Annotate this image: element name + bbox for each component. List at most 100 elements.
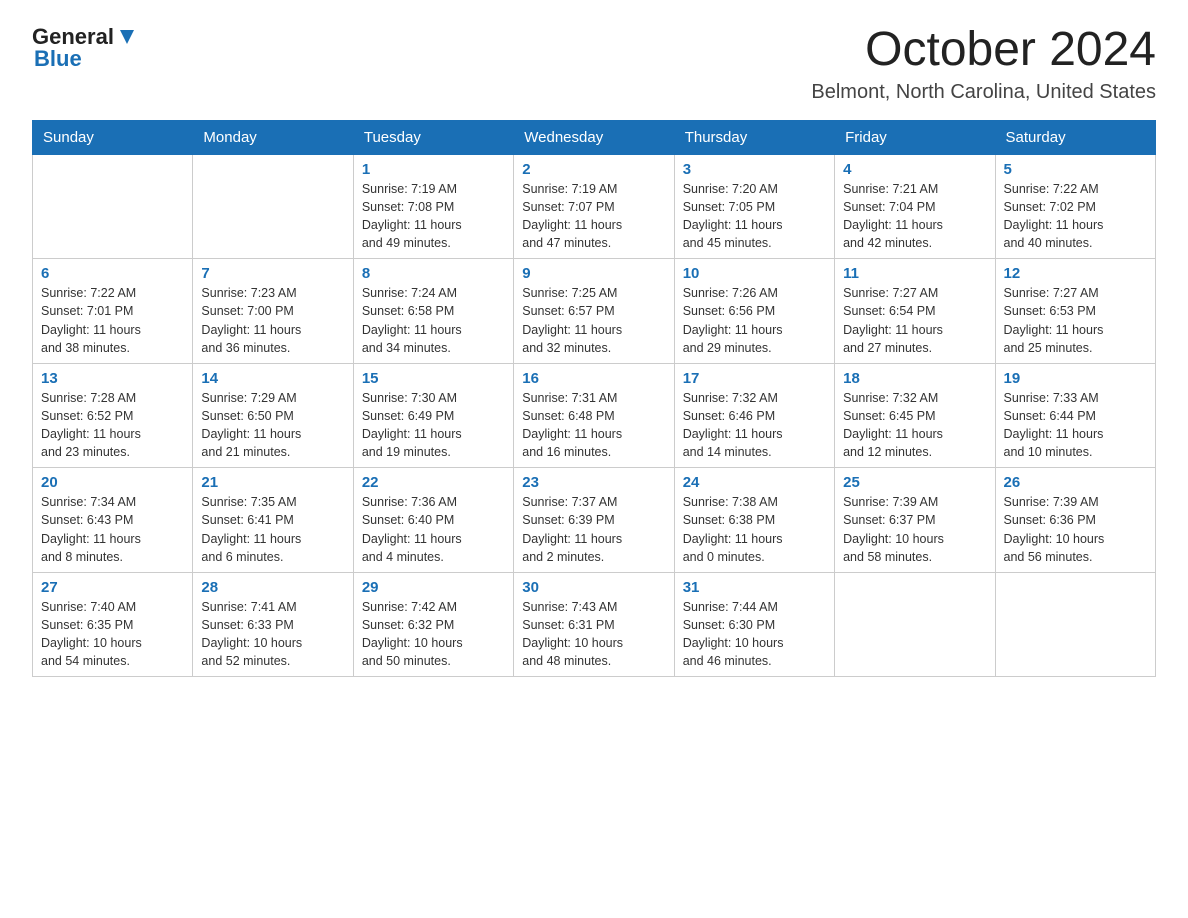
- calendar-header-cell: Friday: [835, 120, 995, 154]
- day-number: 10: [683, 265, 826, 282]
- page-header: General Blue October 2024 Belmont, North…: [32, 24, 1156, 104]
- day-number: 8: [362, 265, 505, 282]
- logo-blue: Blue: [34, 46, 82, 72]
- day-info: Sunrise: 7:44 AM Sunset: 6:30 PM Dayligh…: [683, 598, 826, 671]
- calendar-cell: 22Sunrise: 7:36 AM Sunset: 6:40 PM Dayli…: [353, 468, 513, 573]
- day-number: 29: [362, 579, 505, 596]
- day-info: Sunrise: 7:22 AM Sunset: 7:02 PM Dayligh…: [1004, 180, 1147, 253]
- calendar-cell: 11 Sunrise: 7:27 AM Sunset: 6:54 PM Dayli…: [835, 259, 995, 364]
- day-info: Sunrise: 7:29 AM Sunset: 6:50 PM Dayligh…: [201, 389, 344, 462]
- day-info: Sunrise: 7:27 AM Sunset: 6:54 PM Dayligh…: [843, 284, 986, 357]
- day-info: Sunrise: 7:43 AM Sunset: 6:31 PM Dayligh…: [522, 598, 665, 671]
- day-info: Sunrise: 7:41 AM Sunset: 6:33 PM Dayligh…: [201, 598, 344, 671]
- calendar-cell: 24 Sunrise: 7:38 AM Sunset: 6:38 PM Dayli…: [674, 468, 834, 573]
- day-number: 13: [41, 370, 184, 387]
- calendar-cell: 19 Sunrise: 7:33 AM Sunset: 6:44 PM Dayli…: [995, 363, 1155, 468]
- day-number: 19: [1004, 370, 1147, 387]
- calendar-header: SundayMondayTuesdayWednesdayThursdayFrid…: [33, 120, 1156, 154]
- day-number: 18: [843, 370, 986, 387]
- calendar-cell: 12Sunrise: 7:27 AM Sunset: 6:53 PM Dayli…: [995, 259, 1155, 364]
- calendar-week-row: 1Sunrise: 7:19 AM Sunset: 7:08 PM Daylig…: [33, 154, 1156, 259]
- day-info: Sunrise: 7:33 AM Sunset: 6:44 PM Dayligh…: [1004, 389, 1147, 462]
- day-info: Sunrise: 7:42 AM Sunset: 6:32 PM Dayligh…: [362, 598, 505, 671]
- day-info: Sunrise: 7:30 AM Sunset: 6:49 PM Dayligh…: [362, 389, 505, 462]
- day-number: 9: [522, 265, 665, 282]
- calendar-header-cell: Tuesday: [353, 120, 513, 154]
- calendar-week-row: 20 Sunrise: 7:34 AM Sunset: 6:43 PM Dayli…: [33, 468, 1156, 573]
- calendar-cell: 9 Sunrise: 7:25 AM Sunset: 6:57 PM Daylig…: [514, 259, 674, 364]
- page-subtitle: Belmont, North Carolina, United States: [811, 81, 1156, 104]
- logo: General Blue: [32, 24, 138, 72]
- calendar-cell: 28 Sunrise: 7:41 AM Sunset: 6:33 PM Dayli…: [193, 572, 353, 677]
- calendar-cell: 31 Sunrise: 7:44 AM Sunset: 6:30 PM Dayli…: [674, 572, 834, 677]
- calendar-cell: 18 Sunrise: 7:32 AM Sunset: 6:45 PM Dayli…: [835, 363, 995, 468]
- calendar-cell: 13 Sunrise: 7:28 AM Sunset: 6:52 PM Dayli…: [33, 363, 193, 468]
- day-number: 6: [41, 265, 184, 282]
- day-info: Sunrise: 7:40 AM Sunset: 6:35 PM Dayligh…: [41, 598, 184, 671]
- day-number: 28: [201, 579, 344, 596]
- day-number: 25: [843, 474, 986, 491]
- day-info: Sunrise: 7:37 AM Sunset: 6:39 PM Dayligh…: [522, 493, 665, 566]
- calendar-cell: 27 Sunrise: 7:40 AM Sunset: 6:35 PM Dayli…: [33, 572, 193, 677]
- day-info: Sunrise: 7:35 AM Sunset: 6:41 PM Dayligh…: [201, 493, 344, 566]
- day-info: Sunrise: 7:21 AM Sunset: 7:04 PM Dayligh…: [843, 180, 986, 253]
- day-number: 2: [522, 161, 665, 178]
- day-info: Sunrise: 7:32 AM Sunset: 6:46 PM Dayligh…: [683, 389, 826, 462]
- day-number: 31: [683, 579, 826, 596]
- calendar-cell: 29 Sunrise: 7:42 AM Sunset: 6:32 PM Dayli…: [353, 572, 513, 677]
- calendar-header-cell: Sunday: [33, 120, 193, 154]
- calendar-cell: [995, 572, 1155, 677]
- calendar-cell: 17 Sunrise: 7:32 AM Sunset: 6:46 PM Dayli…: [674, 363, 834, 468]
- day-info: Sunrise: 7:38 AM Sunset: 6:38 PM Dayligh…: [683, 493, 826, 566]
- day-number: 22: [362, 474, 505, 491]
- day-number: 21: [201, 474, 344, 491]
- day-info: Sunrise: 7:28 AM Sunset: 6:52 PM Dayligh…: [41, 389, 184, 462]
- logo-triangle-icon: [116, 26, 138, 48]
- day-info: Sunrise: 7:23 AM Sunset: 7:00 PM Dayligh…: [201, 284, 344, 357]
- day-number: 23: [522, 474, 665, 491]
- calendar-week-row: 27 Sunrise: 7:40 AM Sunset: 6:35 PM Dayli…: [33, 572, 1156, 677]
- day-number: 7: [201, 265, 344, 282]
- calendar-cell: 6Sunrise: 7:22 AM Sunset: 7:01 PM Daylig…: [33, 259, 193, 364]
- day-number: 20: [41, 474, 184, 491]
- day-number: 1: [362, 161, 505, 178]
- day-number: 17: [683, 370, 826, 387]
- calendar-cell: [835, 572, 995, 677]
- calendar-cell: 10 Sunrise: 7:26 AM Sunset: 6:56 PM Dayli…: [674, 259, 834, 364]
- day-number: 5: [1004, 161, 1147, 178]
- day-number: 26: [1004, 474, 1147, 491]
- day-info: Sunrise: 7:24 AM Sunset: 6:58 PM Dayligh…: [362, 284, 505, 357]
- day-info: Sunrise: 7:34 AM Sunset: 6:43 PM Dayligh…: [41, 493, 184, 566]
- calendar-cell: 4 Sunrise: 7:21 AM Sunset: 7:04 PM Daylig…: [835, 154, 995, 259]
- day-info: Sunrise: 7:26 AM Sunset: 6:56 PM Dayligh…: [683, 284, 826, 357]
- calendar-cell: 30 Sunrise: 7:43 AM Sunset: 6:31 PM Dayli…: [514, 572, 674, 677]
- day-number: 14: [201, 370, 344, 387]
- day-info: Sunrise: 7:39 AM Sunset: 6:37 PM Dayligh…: [843, 493, 986, 566]
- day-info: Sunrise: 7:25 AM Sunset: 6:57 PM Dayligh…: [522, 284, 665, 357]
- calendar-cell: 1Sunrise: 7:19 AM Sunset: 7:08 PM Daylig…: [353, 154, 513, 259]
- calendar-cell: [193, 154, 353, 259]
- calendar-header-cell: Saturday: [995, 120, 1155, 154]
- day-info: Sunrise: 7:32 AM Sunset: 6:45 PM Dayligh…: [843, 389, 986, 462]
- day-number: 30: [522, 579, 665, 596]
- calendar-cell: 7 Sunrise: 7:23 AM Sunset: 7:00 PM Daylig…: [193, 259, 353, 364]
- day-info: Sunrise: 7:31 AM Sunset: 6:48 PM Dayligh…: [522, 389, 665, 462]
- day-number: 4: [843, 161, 986, 178]
- calendar-cell: 14 Sunrise: 7:29 AM Sunset: 6:50 PM Dayli…: [193, 363, 353, 468]
- day-info: Sunrise: 7:39 AM Sunset: 6:36 PM Dayligh…: [1004, 493, 1147, 566]
- title-area: October 2024 Belmont, North Carolina, Un…: [811, 24, 1156, 104]
- day-number: 27: [41, 579, 184, 596]
- day-number: 11: [843, 265, 986, 282]
- day-number: 3: [683, 161, 826, 178]
- day-number: 16: [522, 370, 665, 387]
- calendar-cell: 8 Sunrise: 7:24 AM Sunset: 6:58 PM Daylig…: [353, 259, 513, 364]
- day-number: 24: [683, 474, 826, 491]
- calendar-cell: 25 Sunrise: 7:39 AM Sunset: 6:37 PM Dayli…: [835, 468, 995, 573]
- calendar-cell: 16 Sunrise: 7:31 AM Sunset: 6:48 PM Dayli…: [514, 363, 674, 468]
- day-number: 12: [1004, 265, 1147, 282]
- calendar-cell: 15 Sunrise: 7:30 AM Sunset: 6:49 PM Dayli…: [353, 363, 513, 468]
- calendar-cell: [33, 154, 193, 259]
- day-number: 15: [362, 370, 505, 387]
- calendar-cell: 3Sunrise: 7:20 AM Sunset: 7:05 PM Daylig…: [674, 154, 834, 259]
- calendar-cell: 26 Sunrise: 7:39 AM Sunset: 6:36 PM Dayli…: [995, 468, 1155, 573]
